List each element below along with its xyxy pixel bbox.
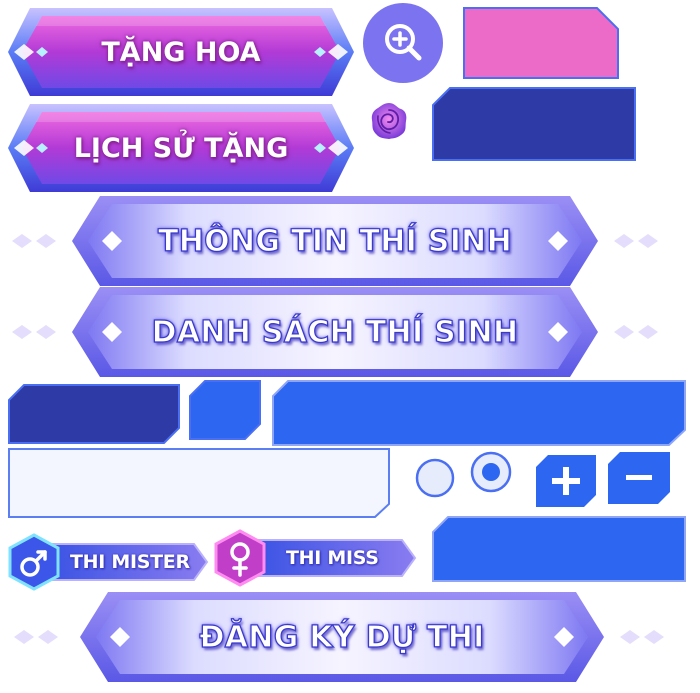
minus-button[interactable] [608, 452, 670, 504]
navy-box [8, 384, 180, 444]
radio-unchecked[interactable] [415, 458, 455, 498]
contestant-list-button[interactable]: DANH SÁCH THÍ SINH [12, 287, 658, 377]
text-input-field[interactable] [8, 448, 390, 518]
pink-panel [463, 7, 619, 79]
miss-tab[interactable]: THI MISS [214, 529, 417, 587]
minus-icon [626, 475, 652, 480]
blue-square-button[interactable] [189, 380, 261, 440]
radio-checked[interactable] [470, 451, 512, 493]
gift-history-button[interactable]: LỊCH SỬ TẶNG [8, 104, 354, 192]
zoom-in-button[interactable] [362, 2, 444, 84]
navy-panel [432, 87, 636, 161]
blue-bottom-panel [432, 516, 686, 582]
plus-button[interactable] [536, 455, 596, 507]
rose-icon [368, 100, 410, 142]
blue-bar-panel [272, 380, 686, 446]
mister-tab[interactable]: THI MISTER [8, 533, 209, 591]
register-button[interactable]: ĐĂNG KÝ DỰ THI [14, 592, 664, 682]
contestant-info-button[interactable]: THÔNG TIN THÍ SINH [12, 196, 658, 286]
gift-flower-button[interactable]: TẶNG HOA [8, 8, 354, 96]
